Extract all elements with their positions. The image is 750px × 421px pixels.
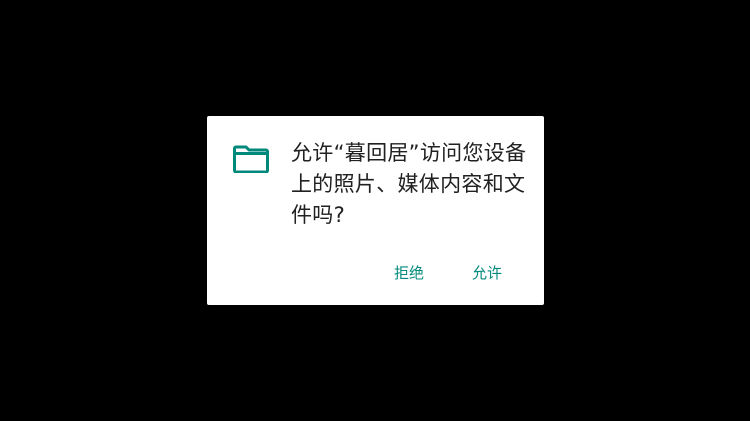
permission-dialog: 允许“暮回居”访问您设备上的照片、媒体内容和文件吗? 拒绝 允许 [207,116,544,305]
dialog-actions: 拒绝 允许 [392,258,544,288]
permission-message: 允许“暮回居”访问您设备上的照片、媒体内容和文件吗? [291,141,527,227]
screen-background: 允许“暮回居”访问您设备上的照片、媒体内容和文件吗? 拒绝 允许 [0,0,750,421]
deny-button[interactable]: 拒绝 [392,258,426,288]
folder-icon [233,145,269,174]
allow-button[interactable]: 允许 [470,258,504,288]
